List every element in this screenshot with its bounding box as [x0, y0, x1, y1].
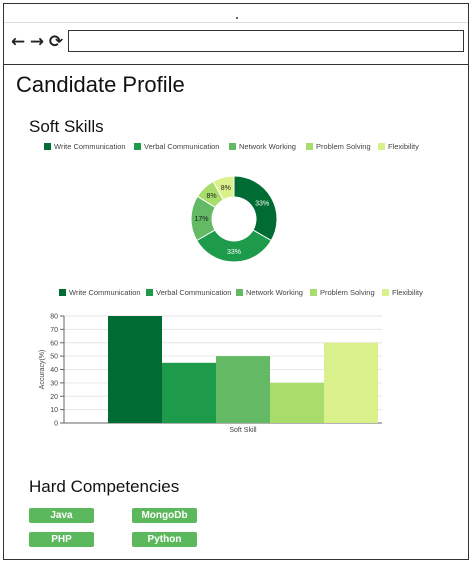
reload-icon[interactable]: ⟳: [47, 33, 65, 51]
legend-item-write[interactable]: Write Communication: [44, 142, 126, 151]
legend-swatch: [382, 289, 389, 296]
x-category-label: Soft Skill: [229, 427, 257, 434]
address-bar[interactable]: [68, 30, 464, 52]
title-bar-dot: [236, 17, 238, 19]
legend-label: Network Working: [239, 142, 296, 151]
bar-1[interactable]: [108, 316, 162, 423]
y-tick-label: 0: [54, 421, 58, 428]
y-tick-label: 20: [50, 394, 58, 401]
legend-item-network[interactable]: Network Working: [229, 142, 296, 151]
legend-item-write[interactable]: Write Communication: [59, 288, 141, 297]
donut-slice-label: 33%: [227, 249, 241, 256]
y-axis-label: Accuracy(%): [39, 350, 46, 390]
soft-skills-title: Soft Skills: [29, 117, 104, 136]
legend-label: Network Working: [246, 288, 303, 297]
donut-slice-label: 8%: [207, 193, 217, 200]
skill-tag-mongodb[interactable]: MongoDb: [132, 508, 197, 523]
legend-swatch: [378, 143, 385, 150]
browser-window: ← → ⟳ Candidate Profile Soft Skills Writ…: [3, 3, 469, 560]
donut-legend: Write Communication Verbal Communication…: [4, 142, 470, 156]
title-bar: [4, 4, 468, 23]
legend-label: Verbal Communication: [156, 288, 232, 297]
legend-swatch: [306, 143, 313, 150]
skill-tag-php[interactable]: PHP: [29, 532, 94, 547]
legend-label: Write Communication: [69, 288, 141, 297]
y-tick-label: 80: [50, 314, 58, 321]
legend-label: Write Communication: [54, 142, 126, 151]
donut-slice-2[interactable]: [196, 229, 272, 263]
y-tick-label: 30: [50, 380, 58, 387]
y-tick-label: 50: [50, 354, 58, 361]
donut-slice-label: 17%: [194, 216, 208, 223]
y-tick-label: 70: [50, 327, 58, 334]
page-title: Candidate Profile: [16, 72, 185, 97]
donut-slice-1[interactable]: [233, 175, 278, 242]
legend-swatch: [310, 289, 317, 296]
legend-swatch: [236, 289, 243, 296]
donut-slice-label: 33%: [255, 200, 269, 207]
legend-label: Problem Solving: [316, 142, 371, 151]
hard-competencies-title: Hard Competencies: [29, 477, 180, 496]
bar-3[interactable]: [216, 356, 270, 423]
legend-swatch: [146, 289, 153, 296]
y-tick-label: 40: [50, 367, 58, 374]
legend-item-problem[interactable]: Problem Solving: [310, 288, 375, 297]
legend-swatch: [134, 143, 141, 150]
bar-4[interactable]: [270, 382, 324, 423]
skill-tag-java[interactable]: Java: [29, 508, 94, 523]
legend-item-verbal[interactable]: Verbal Communication: [134, 142, 219, 151]
forward-arrow-icon[interactable]: →: [28, 33, 46, 51]
legend-label: Flexibility: [392, 288, 423, 297]
donut-slice-label: 8%: [221, 185, 231, 192]
legend-item-flexibility[interactable]: Flexibility: [378, 142, 419, 151]
soft-skills-donut-chart: 33% 33% 17% 8% 8%: [190, 175, 278, 263]
legend-item-network[interactable]: Network Working: [236, 288, 303, 297]
legend-item-problem[interactable]: Problem Solving: [306, 142, 371, 151]
skill-tag-python[interactable]: Python: [132, 532, 197, 547]
legend-swatch: [59, 289, 66, 296]
bar-legend: Write Communication Verbal Communication…: [4, 288, 470, 302]
legend-item-flexibility[interactable]: Flexibility: [382, 288, 423, 297]
legend-swatch: [44, 143, 51, 150]
browser-toolbar: ← → ⟳: [4, 24, 468, 65]
back-arrow-icon[interactable]: ←: [9, 33, 27, 51]
legend-label: Problem Solving: [320, 288, 375, 297]
y-tick-label: 10: [50, 407, 58, 414]
legend-label: Verbal Communication: [144, 142, 220, 151]
legend-label: Flexibility: [388, 142, 419, 151]
bar-5[interactable]: [324, 342, 378, 423]
soft-skills-bar-chart: 0 10 20 30 40 50 60 70 80 Soft Skill Accuracy(%): [39, 314, 382, 434]
legend-swatch: [229, 143, 236, 150]
bar-2[interactable]: [162, 362, 216, 423]
y-tick-label: 60: [50, 340, 58, 347]
legend-item-verbal[interactable]: Verbal Communication: [146, 288, 231, 297]
